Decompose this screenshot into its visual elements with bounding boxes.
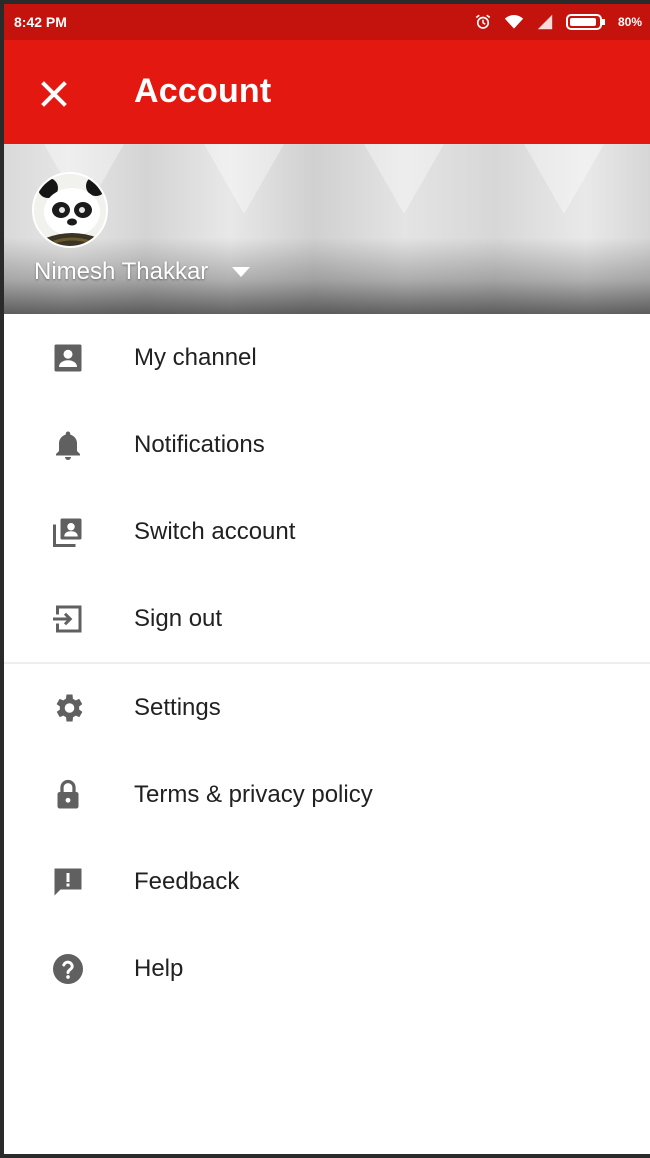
menu-item-label: Notifications [134,431,265,458]
help-icon [50,951,86,987]
menu-item-label: Switch account [134,518,296,545]
menu-item-label: Terms & privacy policy [134,781,373,808]
status-time: 8:42 PM [14,14,67,30]
menu-item-my-channel[interactable]: My channel [4,314,650,401]
menu-item-settings[interactable]: Settings [4,664,650,751]
avatar[interactable] [32,172,108,248]
menu-item-label: Sign out [134,605,223,632]
close-icon[interactable] [34,74,74,114]
status-bar: 8:42 PM 80% [4,4,650,40]
app-bar: Account [4,40,650,144]
menu-item-terms-privacy[interactable]: Terms & privacy policy [4,751,650,838]
menu-item-label: Feedback [134,868,240,895]
account-switcher[interactable]: Nimesh Thakkar [34,258,251,286]
phone-screen: 8:42 PM 80% Account Nimesh Thakkar My ch… [4,4,650,1154]
menu-group-account: My channel Notifications Switch account … [4,314,650,662]
switch-account-icon [50,514,86,550]
battery-icon [565,13,606,31]
signal-icon [536,13,554,31]
account-box-icon [50,340,86,376]
menu-item-sign-out[interactable]: Sign out [4,575,650,662]
account-name: Nimesh Thakkar [34,258,209,285]
lock-icon [50,777,86,813]
menu-item-label: Help [134,955,184,982]
account-header: Nimesh Thakkar [4,144,650,314]
battery-percent: 80% [617,15,642,29]
menu-item-switch-account[interactable]: Switch account [4,488,650,575]
header-pattern [364,144,444,214]
status-icons: 80% [474,13,642,31]
header-pattern [524,144,604,214]
menu-item-help[interactable]: Help [4,925,650,1012]
sign-out-icon [50,601,86,637]
gear-icon [50,690,86,726]
bell-icon [50,427,86,463]
header-pattern [204,144,284,214]
alarm-icon [474,13,492,31]
dropdown-arrow-icon [232,267,251,277]
menu-item-feedback[interactable]: Feedback [4,838,650,925]
wifi-icon [504,13,524,31]
menu-item-label: Settings [134,694,221,721]
page-title: Account [134,72,272,110]
menu-item-label: My channel [134,344,257,371]
menu-item-notifications[interactable]: Notifications [4,401,650,488]
menu-group-app: Settings Terms & privacy policy Feedback… [4,664,650,1012]
feedback-icon [50,864,86,900]
account-menu: My channel Notifications Switch account … [4,314,650,1012]
